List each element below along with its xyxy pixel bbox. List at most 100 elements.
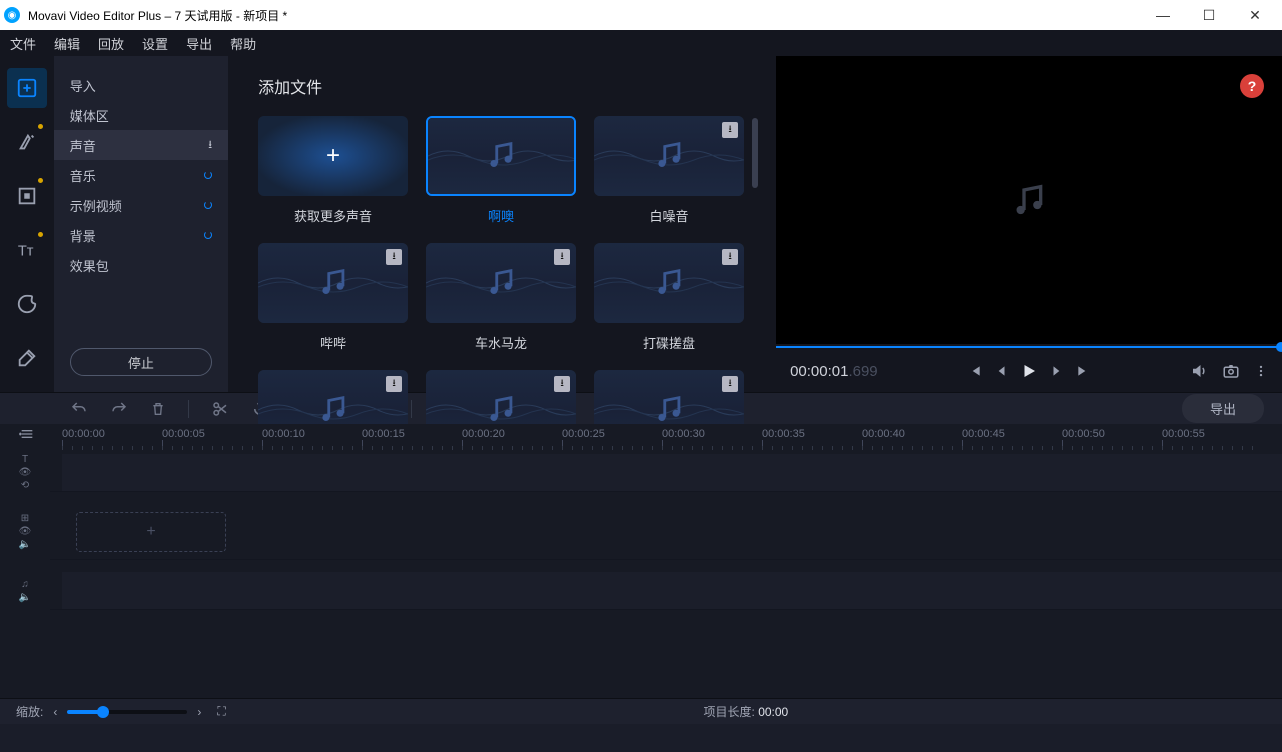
eye-icon[interactable]: 👁 — [19, 526, 32, 537]
zoom-in-button[interactable]: › — [197, 705, 201, 719]
video-track-head[interactable]: ⊞👁🔈 — [10, 513, 40, 550]
loading-spinner-icon — [204, 201, 212, 209]
zoom-label: 缩放: — [16, 703, 43, 720]
music-note-icon — [652, 265, 686, 302]
sound-tile[interactable]: 啊噢 — [426, 116, 576, 225]
step-forward-button[interactable] — [1050, 364, 1064, 378]
tile-label: 白噪音 — [650, 206, 689, 225]
sound-tile[interactable]: ⭳ 车水马龙 — [426, 243, 576, 352]
title-track-head[interactable]: T👁⟲ — [10, 454, 40, 491]
music-note-icon — [652, 392, 686, 429]
menu-settings[interactable]: 设置 — [142, 34, 168, 53]
next-clip-button[interactable] — [1076, 364, 1090, 378]
tool-import[interactable] — [7, 68, 47, 108]
undo-button[interactable] — [70, 400, 88, 418]
import-item-import[interactable]: 导入 — [54, 70, 228, 100]
drop-zone[interactable]: + — [76, 512, 226, 552]
redo-button[interactable] — [110, 400, 128, 418]
audio-track-head[interactable]: ♫🔈 — [10, 579, 40, 603]
tile-label: 获取更多声音 — [294, 206, 372, 225]
video-track[interactable]: ⊞👁🔈 + — [50, 504, 1282, 560]
download-icon[interactable]: ⭳ — [386, 249, 402, 265]
preview-controls: 00:00:01.699 — [776, 350, 1282, 392]
menu-playback[interactable]: 回放 — [98, 34, 124, 53]
content-area: 添加文件 +获取更多声音啊噢⭳白噪音⭳哔哔⭳车水马龙⭳打碟搓盘⭳⭳⭳ — [228, 56, 776, 392]
zoom-out-button[interactable]: ‹ — [53, 705, 57, 719]
step-back-button[interactable] — [994, 364, 1008, 378]
import-item-sound[interactable]: 声音⭳ — [54, 130, 228, 160]
speaker-icon[interactable]: 🔈 — [19, 592, 31, 603]
tile-thumbnail[interactable]: ⭳ — [258, 243, 408, 323]
window-title: Movavi Video Editor Plus – 7 天试用版 - 新项目 … — [28, 7, 1140, 24]
music-note-icon — [316, 265, 350, 302]
tool-titles[interactable]: Tᴛ — [7, 230, 47, 270]
minimize-button[interactable]: — — [1140, 0, 1186, 30]
tile-label: 车水马龙 — [475, 333, 527, 352]
maximize-button[interactable]: ☐ — [1186, 0, 1232, 30]
tool-filters[interactable] — [7, 122, 47, 162]
tile-thumbnail[interactable]: + — [258, 116, 408, 196]
add-track-button[interactable] — [18, 426, 36, 445]
speaker-icon[interactable]: 🔈 — [19, 539, 31, 550]
menu-export[interactable]: 导出 — [186, 34, 212, 53]
tool-stickers[interactable] — [7, 284, 47, 324]
titlebar: ◉ Movavi Video Editor Plus – 7 天试用版 - 新项… — [0, 0, 1282, 30]
timecode: 00:00:01.699 — [790, 363, 878, 380]
import-item-sample-video[interactable]: 示例视频 — [54, 190, 228, 220]
volume-button[interactable] — [1190, 362, 1208, 380]
sound-grid: +获取更多声音啊噢⭳白噪音⭳哔哔⭳车水马龙⭳打碟搓盘⭳⭳⭳ — [258, 116, 744, 450]
sound-tile[interactable]: ⭳打碟搓盘 — [594, 243, 744, 352]
music-note-icon — [652, 138, 686, 175]
app-logo-icon: ◉ — [4, 7, 20, 23]
more-options-button[interactable] — [1254, 362, 1268, 380]
cut-button[interactable] — [211, 400, 229, 418]
menu-edit[interactable]: 编辑 — [54, 34, 80, 53]
snapshot-button[interactable] — [1222, 362, 1240, 380]
close-button[interactable]: ✕ — [1232, 0, 1278, 30]
left-toolbar: Tᴛ — [0, 56, 54, 392]
zoom-slider[interactable] — [67, 710, 187, 714]
tool-more[interactable] — [7, 338, 47, 378]
delete-button[interactable] — [150, 400, 166, 418]
zoom-fit-button[interactable]: ⛶ — [217, 704, 225, 719]
download-icon[interactable]: ⭳ — [386, 376, 402, 392]
sound-tile[interactable]: ⭳ 白噪音 — [594, 116, 744, 225]
import-item-background[interactable]: 背景 — [54, 220, 228, 250]
tile-thumbnail[interactable]: ⭳ — [594, 243, 744, 323]
download-icon[interactable]: ⭳ — [554, 376, 570, 392]
import-item-effects[interactable]: 效果包 — [54, 250, 228, 280]
download-icon[interactable]: ⭳ — [722, 376, 738, 392]
svg-text:Tᴛ: Tᴛ — [18, 244, 34, 260]
music-note-icon — [484, 138, 518, 175]
play-button[interactable] — [1020, 362, 1038, 380]
import-item-media[interactable]: 媒体区 — [54, 100, 228, 130]
eye-icon[interactable]: 👁 — [19, 467, 32, 478]
loading-spinner-icon — [204, 171, 212, 179]
tile-thumbnail[interactable] — [426, 116, 576, 196]
tile-thumbnail[interactable]: ⭳ — [594, 116, 744, 196]
content-title: 添加文件 — [258, 74, 758, 98]
audio-track[interactable]: ♫🔈 — [50, 572, 1282, 610]
menu-file[interactable]: 文件 — [10, 34, 36, 53]
sound-tile[interactable]: ⭳哔哔 — [258, 243, 408, 352]
project-length: 项目长度: 00:00 — [704, 703, 789, 720]
scrub-bar[interactable] — [776, 344, 1282, 350]
import-list: 导入 媒体区 声音⭳ 音乐 示例视频 背景 效果包 — [54, 56, 228, 340]
title-track[interactable]: T👁⟲ — [50, 454, 1282, 492]
preview-video[interactable] — [776, 56, 1282, 344]
prev-clip-button[interactable] — [968, 364, 982, 378]
loading-spinner-icon — [204, 231, 212, 239]
stop-button[interactable]: 停止 — [70, 348, 212, 376]
tool-transitions[interactable] — [7, 176, 47, 216]
menu-help[interactable]: 帮助 — [230, 34, 256, 53]
download-icon[interactable]: ⭳ — [722, 249, 738, 265]
import-item-music[interactable]: 音乐 — [54, 160, 228, 190]
timeline: 00:00:0000:00:0500:00:1000:00:1500:00:20… — [0, 424, 1282, 724]
link-icon[interactable]: ⟲ — [21, 480, 29, 491]
tile-thumbnail[interactable]: ⭳ — [426, 243, 576, 323]
scrollbar[interactable] — [752, 116, 758, 416]
download-icon[interactable]: ⭳ — [554, 249, 570, 265]
download-icon[interactable]: ⭳ — [722, 122, 738, 138]
sound-tile[interactable]: + 获取更多声音 — [258, 116, 408, 225]
export-button[interactable]: 导出 — [1182, 394, 1264, 423]
